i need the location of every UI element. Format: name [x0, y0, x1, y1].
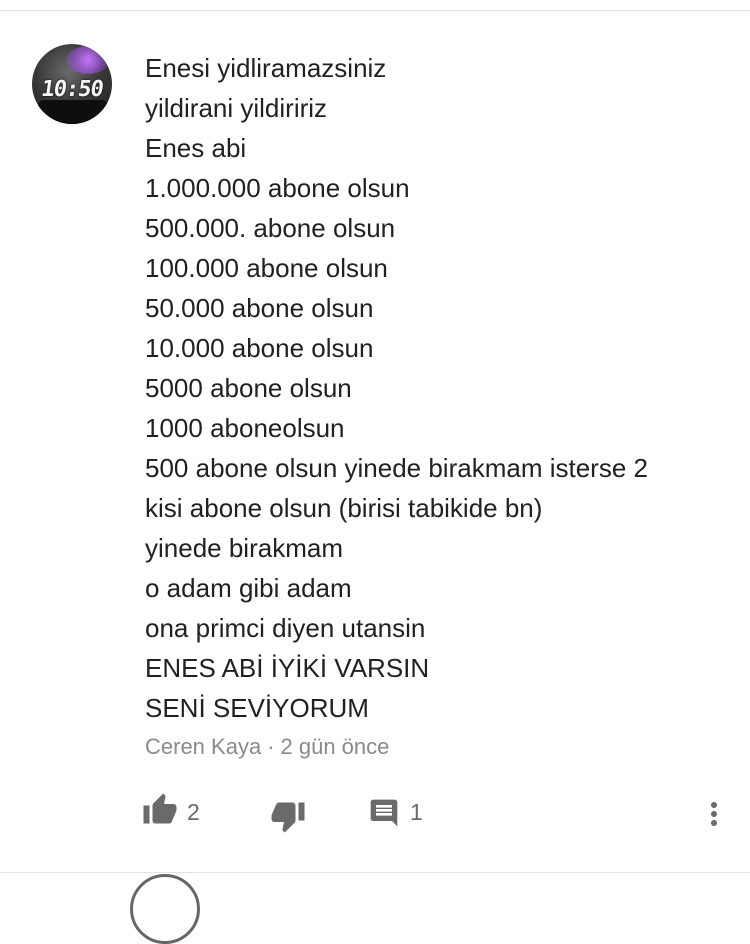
- bottom-divider: [0, 872, 750, 873]
- comment-line: Enesi yidliramazsiniz: [145, 53, 387, 83]
- comment-time: 2 gün önce: [280, 734, 390, 759]
- comment-line: o adam gibi adam: [145, 573, 352, 603]
- top-divider: [0, 10, 750, 11]
- avatar-clock-text: 10:50: [39, 77, 105, 102]
- comment-line: kisi abone olsun (birisi tabikide bn): [145, 493, 543, 523]
- comment-line: Enes abi: [145, 133, 247, 163]
- comment-line: yildirani yildiririz: [145, 93, 328, 123]
- thumbs-down-icon[interactable]: [270, 798, 306, 839]
- comment-line: ona primci diyen utansin: [145, 613, 426, 643]
- like-count: 2: [187, 799, 200, 825]
- comment-line: 1.000.000 abone olsun: [145, 173, 410, 203]
- reply-count: 1: [410, 799, 423, 825]
- comment-actions: 2 1: [0, 792, 750, 836]
- meta-separator: ·: [267, 734, 275, 759]
- comment-line: SENİ SEVİYORUM: [145, 693, 369, 723]
- more-vert-icon[interactable]: [696, 796, 732, 837]
- comment-line: 1000 aboneolsun: [145, 413, 345, 443]
- comment-meta: Ceren Kaya · 2 gün önce: [145, 734, 389, 760]
- comment-line: ENES ABİ İYİKİ VARSIN: [145, 653, 430, 683]
- comment-line: yinede birakmam: [145, 533, 343, 563]
- avatar-glow: [66, 46, 110, 74]
- comment-text: Enesi yidliramazsiniz yildirani yildirir…: [145, 48, 715, 728]
- comment-line: 50.000 abone olsun: [145, 293, 374, 323]
- avatar-shade: [38, 100, 108, 124]
- comment-line: 5000 abone olsun: [145, 373, 352, 403]
- comment-icon[interactable]: [368, 797, 400, 834]
- comment-line: 100.000 abone olsun: [145, 253, 388, 283]
- comment-line: 500 abone olsun yinede birakmam isterse …: [145, 453, 648, 483]
- comment-line: 10.000 abone olsun: [145, 333, 374, 363]
- avatar[interactable]: 10:50: [32, 44, 112, 124]
- author-name[interactable]: Ceren Kaya: [145, 734, 261, 759]
- next-comment-avatar[interactable]: [130, 874, 200, 944]
- thumbs-up-icon[interactable]: [142, 792, 178, 833]
- comment-line: 500.000. abone olsun: [145, 213, 396, 243]
